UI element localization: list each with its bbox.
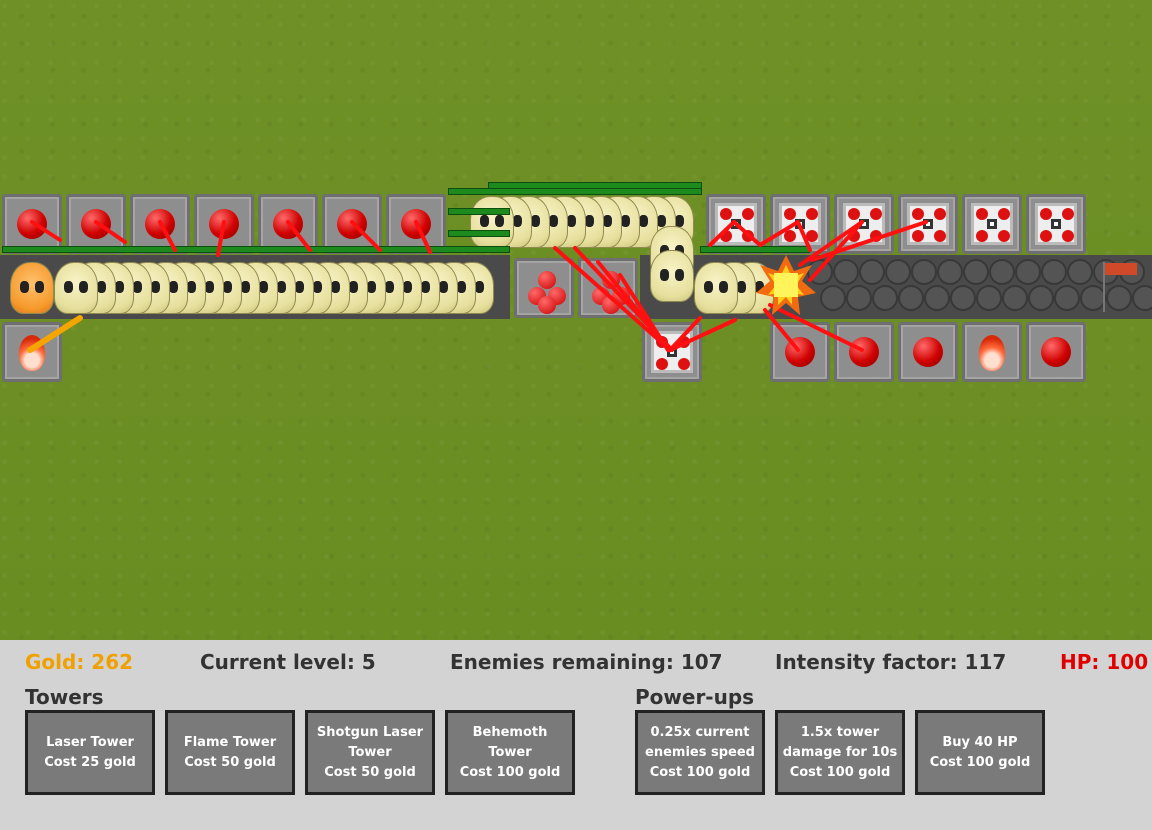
laser-tower-icon	[273, 209, 303, 239]
shotgun-laser-tower[interactable]	[1026, 194, 1086, 254]
card-line: Buy 40 HP	[942, 734, 1018, 750]
laser-tower[interactable]	[194, 194, 254, 254]
laser-tower-icon	[337, 209, 367, 239]
skull-enemy	[470, 196, 514, 248]
laser-tower[interactable]	[386, 194, 446, 254]
card-line: 1.5x tower	[800, 724, 880, 740]
behemoth-tower-icon	[589, 269, 633, 314]
laser-tower-icon	[1041, 337, 1071, 367]
game-board[interactable]	[0, 0, 1152, 640]
laser-tower-icon	[209, 209, 239, 239]
enemy-health-bar	[488, 182, 702, 189]
shotgun-laser-tower[interactable]	[962, 194, 1022, 254]
skull-enemy	[694, 262, 738, 314]
flame-tower-icon	[979, 335, 1005, 371]
card-line: Cost 50 gold	[184, 754, 276, 770]
shotgun-tower-icon	[651, 331, 693, 373]
laser-tower[interactable]	[1026, 322, 1086, 382]
effects-layer	[0, 255, 1152, 319]
laser-tower[interactable]	[770, 322, 830, 382]
shotgun-laser-tower[interactable]	[642, 322, 702, 382]
laser-tower[interactable]	[66, 194, 126, 254]
enemy-health-bar	[448, 230, 510, 237]
current-level: Current level: 5	[200, 650, 376, 674]
enemies-remaining: Enemies remaining: 107	[450, 650, 723, 674]
behemoth-tower[interactable]	[578, 258, 638, 318]
card-line: Laser Tower	[46, 734, 134, 750]
shotgun-laser-tower-button[interactable]: Shotgun Laser Tower Cost 50 gold	[305, 710, 435, 795]
laser-tower[interactable]	[2, 194, 62, 254]
behemoth-tower-button[interactable]: Behemoth Tower Cost 100 gold	[445, 710, 575, 795]
gold-counter: Gold: 262	[25, 650, 134, 674]
goal-flag	[1105, 263, 1137, 275]
card-line: Flame Tower	[183, 734, 277, 750]
card-line: Cost 50 gold	[324, 764, 416, 780]
card-line: Cost 100 gold	[929, 754, 1031, 770]
enemy-health-bar	[448, 188, 702, 195]
burning-skull-enemy	[10, 262, 54, 314]
shotgun-tower-icon	[779, 203, 821, 245]
behemoth-tower-icon	[525, 269, 569, 314]
shotgun-laser-tower[interactable]	[706, 194, 766, 254]
card-line: Cost 100 gold	[459, 764, 561, 780]
hud-panel: Gold: 262 Current level: 5 Enemies remai…	[0, 640, 1152, 830]
hp-counter: HP: 100	[1060, 650, 1149, 674]
card-line: damage for 10s	[782, 744, 898, 760]
card-line: Tower	[488, 744, 532, 760]
card-line: enemies speed	[645, 744, 755, 760]
laser-tower-icon	[17, 209, 47, 239]
laser-tower[interactable]	[258, 194, 318, 254]
card-line: Cost 100 gold	[789, 764, 891, 780]
card-line: Shotgun Laser	[316, 724, 424, 740]
shotgun-tower-icon	[843, 203, 885, 245]
laser-tower-icon	[913, 337, 943, 367]
shotgun-tower-icon	[971, 203, 1013, 245]
laser-tower-icon	[785, 337, 815, 367]
slow-enemies-powerup-button[interactable]: 0.25x current enemies speed Cost 100 gol…	[635, 710, 765, 795]
laser-tower-icon	[849, 337, 879, 367]
behemoth-tower[interactable]	[514, 258, 574, 318]
card-line: Cost 100 gold	[649, 764, 751, 780]
enemy-health-bar	[448, 208, 510, 215]
flame-tower-button[interactable]: Flame Tower Cost 50 gold	[165, 710, 295, 795]
laser-tower-icon	[401, 209, 431, 239]
skull-enemy	[650, 250, 694, 302]
shotgun-tower-icon	[1035, 203, 1077, 245]
shotgun-laser-tower[interactable]	[834, 194, 894, 254]
laser-tower[interactable]	[834, 322, 894, 382]
flame-tower[interactable]	[2, 322, 62, 382]
shotgun-tower-icon	[907, 203, 949, 245]
card-line: 0.25x current	[650, 724, 750, 740]
laser-tower[interactable]	[322, 194, 382, 254]
flame-tower[interactable]	[962, 322, 1022, 382]
card-line: Behemoth	[472, 724, 548, 740]
card-line: Cost 25 gold	[44, 754, 136, 770]
shotgun-laser-tower[interactable]	[898, 194, 958, 254]
laser-tower[interactable]	[130, 194, 190, 254]
buy-hp-powerup-button[interactable]: Buy 40 HP Cost 100 gold	[915, 710, 1045, 795]
powerups-heading: Power-ups	[635, 685, 755, 709]
laser-tower-icon	[145, 209, 175, 239]
shotgun-laser-tower[interactable]	[770, 194, 830, 254]
card-line: Tower	[348, 744, 392, 760]
towers-heading: Towers	[25, 685, 104, 709]
laser-tower-button[interactable]: Laser Tower Cost 25 gold	[25, 710, 155, 795]
skull-enemy	[54, 262, 98, 314]
enemy-health-bar	[700, 246, 810, 253]
laser-tower-icon	[81, 209, 111, 239]
damage-boost-powerup-button[interactable]: 1.5x tower damage for 10s Cost 100 gold	[775, 710, 905, 795]
flame-tower-icon	[19, 335, 45, 371]
shotgun-tower-icon	[715, 203, 757, 245]
intensity-factor: Intensity factor: 117	[775, 650, 1007, 674]
laser-tower[interactable]	[898, 322, 958, 382]
enemy-health-bar	[2, 246, 510, 253]
